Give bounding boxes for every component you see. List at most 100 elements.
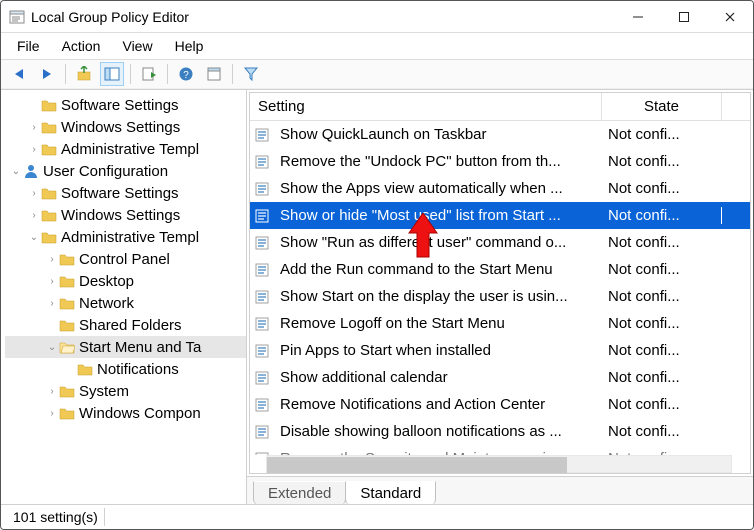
back-button[interactable] bbox=[7, 62, 31, 86]
tree-item-label: System bbox=[79, 383, 129, 400]
folder-icon bbox=[77, 361, 93, 377]
horizontal-scrollbar[interactable] bbox=[266, 455, 732, 473]
setting-label: Show the Apps view automatically when ..… bbox=[274, 180, 602, 197]
tree-twisty-icon[interactable]: › bbox=[27, 210, 41, 221]
toolbar-separator bbox=[167, 64, 168, 84]
list-row[interactable]: Show Start on the display the user is us… bbox=[250, 283, 750, 310]
folder-icon bbox=[41, 229, 57, 245]
list-row[interactable]: Pin Apps to Start when installedNot conf… bbox=[250, 337, 750, 364]
tree-item[interactable]: Notifications bbox=[5, 358, 246, 380]
list-row[interactable]: Remove the "Undock PC" button from th...… bbox=[250, 148, 750, 175]
scrollbar-thumb[interactable] bbox=[267, 457, 567, 473]
menu-view[interactable]: View bbox=[112, 36, 162, 56]
setting-icon bbox=[254, 343, 270, 359]
tree-item-label: Software Settings bbox=[61, 185, 179, 202]
forward-button[interactable] bbox=[35, 62, 59, 86]
folder-icon bbox=[41, 185, 57, 201]
list-row[interactable]: Show the Apps view automatically when ..… bbox=[250, 175, 750, 202]
tree-item[interactable]: Shared Folders bbox=[5, 314, 246, 336]
setting-label: Show QuickLaunch on Taskbar bbox=[274, 126, 602, 143]
tree-item[interactable]: ⌄ Administrative Templ bbox=[5, 226, 246, 248]
tree-item[interactable]: › Windows Settings bbox=[5, 204, 246, 226]
filter-button[interactable] bbox=[239, 62, 263, 86]
setting-icon bbox=[254, 127, 270, 143]
column-setting[interactable]: Setting bbox=[250, 93, 602, 120]
column-state[interactable]: State bbox=[602, 93, 722, 120]
setting-state: Not confi... bbox=[602, 342, 722, 359]
folder-icon bbox=[41, 119, 57, 135]
list-row[interactable]: Add the Run command to the Start MenuNot… bbox=[250, 256, 750, 283]
setting-icon bbox=[254, 181, 270, 197]
setting-label: Remove Logoff on the Start Menu bbox=[274, 315, 602, 332]
export-list-button[interactable] bbox=[137, 62, 161, 86]
up-one-level-button[interactable] bbox=[72, 62, 96, 86]
list-header: Setting State bbox=[250, 93, 750, 121]
setting-state: Not confi... bbox=[602, 234, 722, 251]
tree-twisty-icon[interactable]: › bbox=[45, 408, 59, 419]
tree-twisty-icon[interactable]: ⌄ bbox=[45, 342, 59, 353]
setting-icon bbox=[254, 397, 270, 413]
menu-file[interactable]: File bbox=[7, 36, 50, 56]
setting-state: Not confi... bbox=[602, 207, 722, 224]
tree-item-label: User Configuration bbox=[43, 163, 168, 180]
list-rows[interactable]: Show QuickLaunch on TaskbarNot confi...R… bbox=[250, 121, 750, 455]
svg-text:?: ? bbox=[183, 70, 189, 81]
setting-label: Show "Run as different user" command o..… bbox=[274, 234, 602, 251]
tree-item[interactable]: › Network bbox=[5, 292, 246, 314]
list-row[interactable]: Remove the Security and Maintenance icNo… bbox=[250, 445, 750, 455]
help-button[interactable]: ? bbox=[174, 62, 198, 86]
list-row[interactable]: Remove Logoff on the Start MenuNot confi… bbox=[250, 310, 750, 337]
body-pane: Software Settings›Windows Settings›Admin… bbox=[1, 89, 753, 505]
list-row[interactable]: Disable showing balloon notifications as… bbox=[250, 418, 750, 445]
list-row[interactable]: Show additional calendarNot confi... bbox=[250, 364, 750, 391]
tree-twisty-icon[interactable]: ⌄ bbox=[9, 166, 23, 177]
tree-twisty-icon[interactable]: › bbox=[27, 188, 41, 199]
tree-item[interactable]: › System bbox=[5, 380, 246, 402]
maximize-button[interactable] bbox=[661, 1, 707, 33]
tree-twisty-icon[interactable]: › bbox=[45, 254, 59, 265]
tree-twisty-icon[interactable]: › bbox=[27, 144, 41, 155]
tree-item[interactable]: ⌄ User Configuration bbox=[5, 160, 246, 182]
folder-icon bbox=[59, 405, 75, 421]
tree-twisty-icon[interactable]: › bbox=[27, 122, 41, 133]
tree-item[interactable]: › Software Settings bbox=[5, 182, 246, 204]
menu-action[interactable]: Action bbox=[52, 36, 111, 56]
setting-state: Not confi... bbox=[602, 126, 722, 143]
setting-label: Disable showing balloon notifications as… bbox=[274, 423, 602, 440]
minimize-button[interactable] bbox=[615, 1, 661, 33]
properties-button[interactable] bbox=[202, 62, 226, 86]
tree-item-label: Windows Settings bbox=[61, 207, 180, 224]
tree-twisty-icon[interactable]: › bbox=[45, 276, 59, 287]
tree-item[interactable]: ›Windows Compon bbox=[5, 402, 246, 424]
setting-state: Not confi... bbox=[602, 180, 722, 197]
status-count: 101 setting(s) bbox=[7, 508, 105, 526]
toolbar-separator bbox=[130, 64, 131, 84]
setting-icon bbox=[254, 208, 270, 224]
tree-item[interactable]: Software Settings bbox=[5, 94, 246, 116]
tree-pane[interactable]: Software Settings›Windows Settings›Admin… bbox=[1, 90, 247, 504]
show-hide-tree-button[interactable] bbox=[100, 62, 124, 86]
tree-item-label: Control Panel bbox=[79, 251, 170, 268]
tree-twisty-icon[interactable]: › bbox=[45, 386, 59, 397]
tree-twisty-icon[interactable]: › bbox=[45, 298, 59, 309]
tab-extended[interactable]: Extended bbox=[253, 481, 346, 505]
close-button[interactable] bbox=[707, 1, 753, 33]
tree-item-label: Administrative Templ bbox=[61, 229, 199, 246]
setting-label: Pin Apps to Start when installed bbox=[274, 342, 602, 359]
tree-item[interactable]: ›Administrative Templ bbox=[5, 138, 246, 160]
folder-icon bbox=[41, 141, 57, 157]
tree-item[interactable]: ›Desktop bbox=[5, 270, 246, 292]
tab-standard[interactable]: Standard bbox=[345, 481, 436, 505]
tree-item[interactable]: › Control Panel bbox=[5, 248, 246, 270]
list-row[interactable]: Show "Run as different user" command o..… bbox=[250, 229, 750, 256]
setting-label: Show Start on the display the user is us… bbox=[274, 288, 602, 305]
tree-item-label: Network bbox=[79, 295, 134, 312]
list-row[interactable]: Show QuickLaunch on TaskbarNot confi... bbox=[250, 121, 750, 148]
list-row[interactable]: Remove Notifications and Action CenterNo… bbox=[250, 391, 750, 418]
tree-item[interactable]: ›Windows Settings bbox=[5, 116, 246, 138]
menu-help[interactable]: Help bbox=[165, 36, 214, 56]
setting-state: Not confi... bbox=[602, 153, 722, 170]
tree-item[interactable]: ⌄Start Menu and Ta bbox=[5, 336, 246, 358]
list-row[interactable]: Show or hide "Most used" list from Start… bbox=[250, 202, 750, 229]
tree-twisty-icon[interactable]: ⌄ bbox=[27, 232, 41, 243]
